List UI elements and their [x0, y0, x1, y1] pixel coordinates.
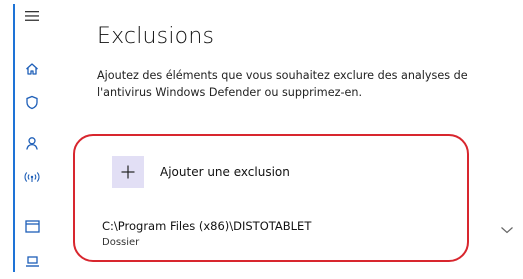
wireless-icon — [24, 172, 40, 182]
device-icon — [25, 255, 39, 267]
windows-defender-window: Exclusions Ajoutez des éléments que vous… — [0, 0, 523, 279]
nav-firewall[interactable] — [22, 167, 42, 187]
chevron-down-icon[interactable] — [500, 225, 514, 235]
plus-icon — [121, 165, 135, 179]
add-exclusion-label: Ajouter une exclusion — [160, 165, 290, 179]
nav-account-protection[interactable] — [22, 133, 42, 153]
home-icon — [26, 63, 38, 75]
nav-home[interactable] — [22, 59, 42, 79]
menu-button[interactable] — [22, 6, 42, 26]
app-browser-icon — [24, 219, 40, 233]
nav-rail — [0, 0, 44, 279]
add-exclusion-icon-tile — [112, 156, 144, 188]
nav-app-browser-control[interactable] — [22, 216, 42, 236]
nav-accent-bar — [13, 4, 15, 272]
exclusion-list-item[interactable]: C:\Program Files (x86)\DISTOTABLET Dossi… — [98, 219, 518, 259]
shield-icon — [26, 95, 38, 109]
exclusion-type: Dossier — [102, 237, 140, 248]
page-title: Exclusions — [97, 24, 215, 49]
page-description: Ajoutez des éléments que vous souhaitez … — [97, 69, 468, 99]
nav-device-security[interactable] — [22, 251, 42, 271]
person-icon — [26, 136, 38, 150]
exclusion-path: C:\Program Files (x86)\DISTOTABLET — [102, 219, 312, 233]
hamburger-menu-icon — [25, 11, 39, 21]
nav-virus-protection[interactable] — [22, 92, 42, 112]
add-exclusion-button[interactable]: Ajouter une exclusion — [112, 156, 290, 188]
